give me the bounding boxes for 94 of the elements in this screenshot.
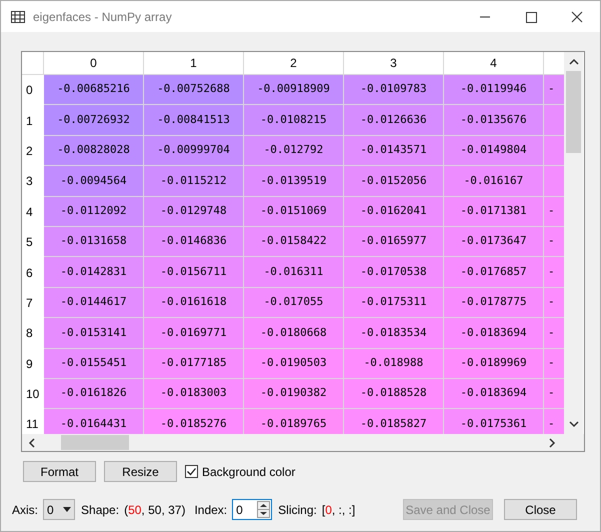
- slicing-value: [0, :, :]: [322, 502, 356, 518]
- scroll-right-icon[interactable]: [547, 438, 557, 448]
- table-cell: -0.0149804: [444, 136, 544, 166]
- table-cell: -0.00726932: [44, 105, 144, 136]
- table-cell: -0.0131658: [44, 226, 144, 258]
- table-cell: -0.0189969: [444, 348, 544, 379]
- scroll-left-icon[interactable]: [27, 438, 37, 448]
- table-cell: -0.0171381: [444, 196, 544, 227]
- table-cell: -0.00685216: [44, 75, 144, 106]
- table-cell: -0.0176857: [444, 257, 544, 288]
- table-cell: -0.0170538: [344, 257, 444, 288]
- table-cell: -0.0143571: [344, 136, 444, 166]
- table-cell: -: [544, 318, 564, 349]
- table-cell: -0.0115212: [144, 166, 244, 197]
- table-cell: -0.0152056: [344, 166, 444, 197]
- index-label: Index:: [194, 502, 228, 518]
- axis-dropdown[interactable]: 0: [43, 499, 76, 520]
- table-cell: -0.0151069: [244, 196, 344, 227]
- table-cell: -0.0119946: [444, 75, 544, 106]
- table-cell: -0.0112092: [44, 196, 144, 227]
- table-cell: -0.0183694: [444, 378, 544, 410]
- table-cell: -0.0173647: [444, 226, 544, 258]
- table-cell: -: [544, 378, 564, 410]
- table-cell: -0.00999704: [144, 136, 244, 166]
- axis-label: Axis:: [12, 502, 38, 518]
- table-cell: -0.0161826: [44, 378, 144, 410]
- table-cell: -0.0129748: [144, 196, 244, 227]
- table-cell: -0.0156711: [144, 257, 244, 288]
- table-cell: -0.0183003: [144, 378, 244, 410]
- dropdown-arrow-icon: [63, 507, 72, 512]
- spin-arrows-icon[interactable]: [257, 501, 270, 518]
- table-cell: -0.0135676: [444, 105, 544, 136]
- table-cell: -0.0126636: [344, 105, 444, 136]
- table-cell: -0.0146836: [144, 226, 244, 258]
- table-cell: -0.00841513: [144, 105, 244, 136]
- table-cell: -: [544, 196, 564, 227]
- table-cell: -0.0165977: [344, 226, 444, 258]
- table-cell: -0.0189765: [244, 409, 344, 434]
- table-cell: -0.0162041: [344, 196, 444, 227]
- table-cell: -0.017055: [244, 288, 344, 318]
- table-cell: -0.0177185: [144, 348, 244, 379]
- table-cell: -: [544, 257, 564, 288]
- shape-label: Shape:: [81, 502, 120, 518]
- table-cell: -0.016311: [244, 257, 344, 288]
- shape-value: (50, 50, 37): [124, 502, 186, 518]
- table-cell: -0.0190503: [244, 348, 344, 379]
- table-cell: -0.0139519: [244, 166, 344, 197]
- scroll-down-icon[interactable]: [568, 419, 578, 429]
- table-cell: -: [544, 75, 564, 106]
- table-cell: -0.0180668: [244, 318, 344, 349]
- table-cell: -0.00752688: [144, 75, 244, 106]
- table-cell: -0.0175361: [444, 409, 544, 434]
- scroll-up-icon[interactable]: [568, 57, 578, 67]
- table-cell: -0.0155451: [44, 348, 144, 379]
- table-cell: -0.0175311: [344, 288, 444, 318]
- table-cell: -0.0183694: [444, 318, 544, 349]
- table-cell: -0.0142831: [44, 257, 144, 288]
- table-cell: -0.0144617: [44, 288, 144, 318]
- window-title: eigenfaces - NumPy array: [33, 8, 172, 26]
- table-cell: -0.00918909: [244, 75, 344, 106]
- vertical-scrollbar[interactable]: [564, 52, 583, 434]
- table-cell: -: [544, 288, 564, 318]
- dialog-button[interactable]: Close: [504, 499, 577, 520]
- slicing-label: Slicing:: [278, 502, 317, 518]
- scrollbar-thumb[interactable]: [61, 435, 129, 450]
- table-cell: -0.0185827: [344, 409, 444, 434]
- table-cell: -0.012792: [244, 136, 344, 166]
- checkbox-label: Background color: [202, 464, 296, 480]
- table-cell: -0.0161618: [144, 288, 244, 318]
- table-cell: -0.0164431: [44, 409, 144, 434]
- table-cell: -0.00828028: [44, 136, 144, 166]
- checkbox[interactable]: [185, 465, 198, 478]
- table-cell: -0.0185276: [144, 409, 244, 434]
- toolbar-button[interactable]: Resize: [104, 461, 177, 482]
- table-cell: -: [544, 226, 564, 258]
- toolbar-button[interactable]: Format: [23, 461, 96, 482]
- table-cell: -0.0190382: [244, 378, 344, 410]
- table-cell: -0.0169771: [144, 318, 244, 349]
- scrollbar-thumb[interactable]: [566, 71, 581, 153]
- table-cell: -0.0153141: [44, 318, 144, 349]
- table-cell: -: [544, 348, 564, 379]
- table-cell: -0.016167: [444, 166, 544, 197]
- table-cell: -0.0188528: [344, 378, 444, 410]
- table-cell: -0.0183534: [344, 318, 444, 349]
- table-cell: -0.0094564: [44, 166, 144, 197]
- table-cell: -0.018988: [344, 348, 444, 379]
- table-cell: -0.0108215: [244, 105, 344, 136]
- table-cell: -: [544, 409, 564, 434]
- table-icon: [11, 10, 25, 22]
- table-cell: -0.0178775: [444, 288, 544, 318]
- index-spinbox[interactable]: 0: [232, 499, 272, 520]
- horizontal-scrollbar[interactable]: [22, 434, 584, 451]
- table-cell: -0.0109783: [344, 75, 444, 106]
- table-cell: -0.0158422: [244, 226, 344, 258]
